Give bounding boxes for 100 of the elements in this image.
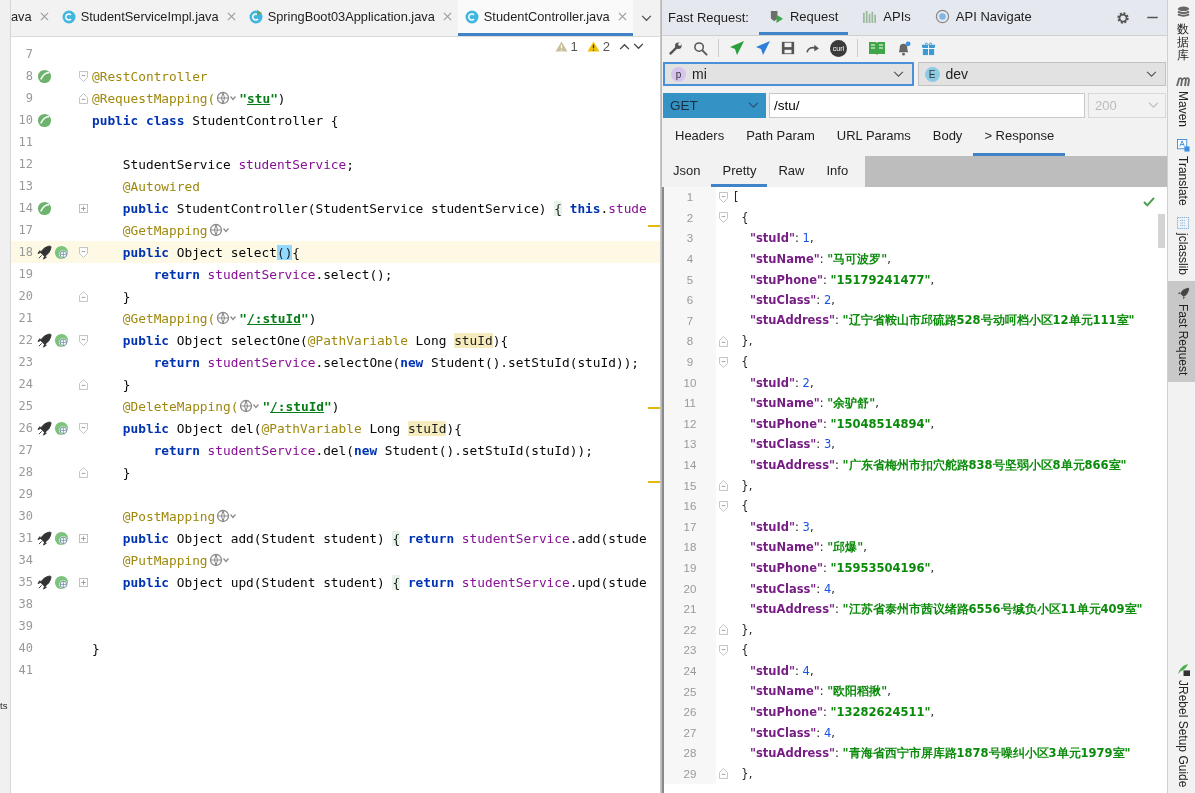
tool-window-button[interactable]: Maven bbox=[1168, 68, 1195, 133]
editor-tab[interactable]: SpringBoot03Application.java bbox=[241, 0, 458, 36]
editor-tab[interactable]: ava bbox=[11, 0, 55, 36]
line-number: 4 bbox=[664, 248, 716, 270]
line-number: 21 bbox=[17, 311, 33, 325]
json-text: { bbox=[740, 499, 749, 514]
code-text: public class StudentController { bbox=[92, 112, 339, 128]
editor-tab[interactable]: StudentController.java bbox=[457, 0, 633, 36]
line-number: 20 bbox=[664, 578, 716, 599]
view-tab[interactable]: Json bbox=[662, 156, 712, 187]
tool-tab[interactable]: APIs bbox=[852, 0, 921, 35]
panel-title: Fast Request: bbox=[668, 10, 749, 25]
json-text: "stuName": "马可波罗", bbox=[749, 251, 891, 267]
line-number: 23 bbox=[17, 355, 33, 369]
line-number: 10 bbox=[17, 113, 33, 127]
code-text: StudentService studentService; bbox=[121, 156, 354, 172]
method-select[interactable]: GET bbox=[663, 93, 766, 118]
code-text: @RestController bbox=[92, 68, 208, 84]
json-text: "stuClass": 4, bbox=[749, 725, 835, 740]
line-number: 31 bbox=[17, 531, 33, 545]
view-tab[interactable]: Raw bbox=[767, 156, 816, 187]
json-text: "stuId": 4, bbox=[749, 663, 814, 678]
line-number: 27 bbox=[17, 443, 33, 457]
line-number: 22 bbox=[17, 333, 33, 347]
code-text: } bbox=[121, 376, 131, 392]
line-number: 34 bbox=[17, 553, 33, 567]
code-text: return studentService.selectOne(new Student().setStuId(stuId)); bbox=[152, 354, 640, 370]
line-number: 8 bbox=[24, 69, 33, 83]
line-number: 12 bbox=[17, 157, 33, 171]
section-tab[interactable]: Path Param bbox=[735, 118, 826, 156]
json-text: }, bbox=[740, 334, 753, 349]
line-number: 16 bbox=[664, 495, 716, 517]
section-tab[interactable]: URL Params bbox=[825, 118, 922, 156]
json-text: "stuName": "余驴舒", bbox=[749, 395, 879, 411]
code-text: public Object del(@PathVariable Long stuId){ bbox=[121, 420, 462, 436]
line-number: 11 bbox=[17, 135, 33, 149]
json-text: }, bbox=[740, 766, 753, 781]
code-text: public StudentController(StudentService studentService) { this.stude bbox=[121, 200, 647, 216]
line-number: 17 bbox=[664, 516, 716, 538]
line-number: 40 bbox=[17, 641, 33, 655]
json-text: "stuClass": 4, bbox=[749, 581, 835, 596]
tool-window-button[interactable]: jclasslib bbox=[1168, 211, 1195, 282]
code-text: } bbox=[121, 288, 131, 304]
environment-select[interactable]: E dev bbox=[917, 62, 1166, 86]
code-text: return studentService.del(new Student().setStuId(stuId)); bbox=[152, 442, 593, 458]
line-number: 7 bbox=[664, 310, 716, 332]
section-tab[interactable]: Headers bbox=[664, 118, 736, 156]
line-number: 2 bbox=[664, 207, 716, 229]
url-field[interactable]: /stu/ bbox=[769, 93, 1085, 118]
line-number: 18 bbox=[17, 245, 33, 259]
code-text: } bbox=[92, 640, 100, 656]
tool-window-button[interactable]: Translate bbox=[1168, 132, 1195, 212]
line-number: 26 bbox=[664, 701, 716, 723]
line-number: 14 bbox=[664, 454, 716, 476]
line-number: 9 bbox=[24, 91, 33, 105]
json-text: "stuAddress": "江苏省泰州市茜议绪路6556号缄负小区11单元409室" bbox=[749, 601, 1143, 617]
line-number: 3 bbox=[664, 228, 716, 249]
code-text: @Autowired bbox=[121, 178, 200, 194]
view-tab[interactable]: Info bbox=[815, 156, 860, 187]
code-text: @GetMapping bbox=[121, 222, 208, 238]
project-select[interactable]: p mi bbox=[663, 62, 914, 86]
tool-window-button[interactable]: Fast Request bbox=[1168, 281, 1195, 382]
line-number: 12 bbox=[664, 413, 716, 435]
warning-count: 1 bbox=[570, 39, 578, 54]
code-text: @DeleteMapping( bbox=[121, 398, 239, 414]
line-number: 18 bbox=[664, 537, 716, 558]
code-text: "/:stuId") bbox=[262, 398, 340, 414]
code-text: public Object select(){ bbox=[121, 244, 301, 260]
json-text: "stuClass": 2, bbox=[749, 293, 835, 308]
code-text: } bbox=[121, 464, 131, 480]
json-text: "stuPhone": "15179241477", bbox=[749, 272, 935, 287]
tool-tab[interactable]: API Navigate bbox=[924, 0, 1042, 35]
section-tab[interactable]: Body bbox=[921, 118, 974, 156]
line-number: 5 bbox=[664, 269, 716, 290]
line-number: 35 bbox=[17, 575, 33, 589]
line-number: 13 bbox=[17, 179, 33, 193]
environment-badge: E bbox=[924, 66, 940, 82]
line-number: 29 bbox=[664, 763, 716, 785]
line-number: 10 bbox=[664, 372, 716, 393]
json-text: "stuId": 2, bbox=[749, 375, 814, 390]
json-text: "stuName": "欧阳稻揪", bbox=[749, 684, 891, 700]
line-number: 14 bbox=[17, 201, 33, 215]
line-number: 29 bbox=[17, 487, 33, 501]
json-text: "stuId": 3, bbox=[749, 519, 814, 534]
json-text: "stuId": 1, bbox=[749, 231, 814, 246]
editor-tab[interactable]: StudentServiceImpl.java bbox=[54, 0, 242, 36]
json-text: "stuName": "邱爆", bbox=[749, 539, 867, 555]
line-number: 13 bbox=[664, 434, 716, 455]
tool-tab[interactable]: Request bbox=[758, 0, 849, 35]
project-badge: p bbox=[671, 66, 686, 82]
code-text: public Object selectOne(@PathVariable Long stuId){ bbox=[121, 332, 509, 348]
json-text: "stuPhone": "13282624511", bbox=[749, 705, 935, 720]
tool-window-button[interactable]: 数据库 bbox=[1168, 0, 1195, 69]
json-text: "stuClass": 3, bbox=[749, 437, 835, 452]
line-number: 11 bbox=[664, 392, 716, 414]
line-number: 22 bbox=[664, 619, 716, 641]
line-number: 19 bbox=[17, 267, 33, 281]
json-text: "stuAddress": "青海省西宁市屏库路1878号噪纠小区3单元1979室" bbox=[749, 745, 1131, 761]
tool-window-button[interactable]: JRebel Setup Guide bbox=[1168, 656, 1195, 793]
line-number: 27 bbox=[664, 722, 716, 744]
